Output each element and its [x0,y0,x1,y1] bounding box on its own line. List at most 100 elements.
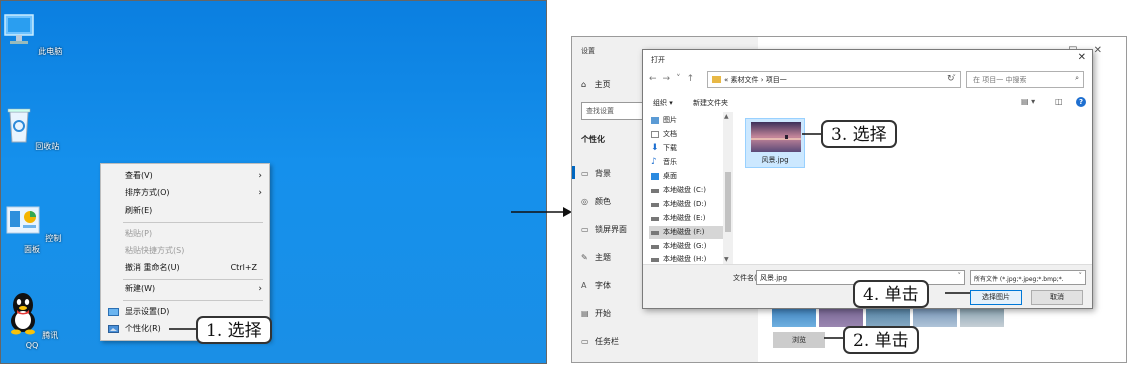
tree-item-drive-f[interactable]: 本地磁盘 (F:) [649,226,729,239]
drive-icon [651,203,659,207]
tree-item-music[interactable]: ♪ 音乐 [651,156,729,169]
tree-item-drive-c[interactable]: 本地磁盘 (C:) [651,184,729,197]
desktop-icon-control-panel[interactable]: 控制面板 [1,204,63,255]
settings-nav-start[interactable]: ▤ 开始 [581,308,611,319]
desktop-icon-recycle-bin[interactable]: 回收站 [1,104,63,152]
navigation-tree: 图片 文档 ⬇ 下载 ♪ 音乐 桌面 本地磁盘 (C:) 本地磁盘 (D:) 本地磁… [643,112,733,264]
forward-arrow-icon[interactable]: → [663,74,677,84]
callout-step-3: 3. 选择 [821,120,897,148]
close-icon[interactable]: ✕ [1094,45,1118,56]
menu-separator [123,222,263,223]
music-note-icon: ♪ [651,157,657,167]
organize-button[interactable]: 组织 ▾ [653,98,673,108]
help-icon[interactable]: ? [1076,97,1086,107]
settings-nav-themes[interactable]: ✎ 主题 [581,252,611,263]
settings-home[interactable]: ⌂ 主页 [581,79,611,90]
pictures-icon [651,117,659,124]
file-name-label: 风景.jpg [761,156,789,164]
dialog-nav-buttons: ←→˅↑ [649,74,700,84]
file-type-filter[interactable]: 所有文件 (*.jpg;*.jpeg;*.bmp;*. ˅ [970,270,1086,285]
tree-scrollbar[interactable]: ▲ ▼ [723,112,733,264]
folder-icon [712,76,721,83]
taskbar-icon: ▭ [581,337,589,346]
dialog-toolbar: 组织 ▾ 新建文件夹 ▤ ▾ ◫ ? [643,94,1092,112]
back-arrow-icon[interactable]: ← [649,74,663,84]
menu-item-undo-rename[interactable]: 撤消 重命名(U) Ctrl+Z [101,260,269,276]
drive-icon [651,189,659,193]
shortcut-label: Ctrl+Z [230,263,257,272]
tree-item-downloads[interactable]: ⬇ 下载 [651,142,729,155]
callout-step-1: 1. 选择 [196,316,272,344]
home-icon: ⌂ [581,80,587,89]
start-icon: ▤ [581,309,589,318]
up-arrow-icon[interactable]: ↑ [687,74,701,84]
chevron-down-icon[interactable]: ˅ [958,272,962,280]
settings-nav-background[interactable]: ▭ 背景 [572,166,611,179]
drive-icon [651,217,659,221]
tree-item-desktop[interactable]: 桌面 [651,170,729,183]
lockscreen-icon: ▭ [581,225,589,234]
chevron-down-icon[interactable]: ˅ [676,74,687,84]
desktop-icon-this-pc[interactable]: 此电脑 [1,11,63,57]
scroll-up-icon[interactable]: ▲ [724,113,729,120]
callout-step-4: 4. 单击 [853,280,929,308]
refresh-icon[interactable]: ↻ [947,74,955,84]
tree-item-drive-d[interactable]: 本地磁盘 (D:) [651,198,729,211]
callout-leader-line [169,328,198,330]
callout-step-2: 2. 单击 [843,326,919,354]
document-icon [651,131,659,138]
select-picture-button[interactable]: 选择图片 [970,290,1022,305]
control-panel-icon [6,206,40,234]
dialog-title: 打开 [651,56,665,64]
desktop-context-menu: 查看(V) › 排序方式(O) › 刷新(E) 粘贴(P) 粘贴快捷方式(S) … [100,163,270,341]
chevron-right-icon: › [258,284,262,294]
display-icon [108,308,119,316]
chevron-right-icon: › [258,188,262,198]
settings-nav-colors[interactable]: ◎ 颜色 [581,196,611,207]
open-file-dialog: 打开 ✕ ←→˅↑ « 素材文件 › 项目一 ˅ ↻ 在 项目一 中搜索 ⌕ 组… [642,49,1093,309]
new-folder-button[interactable]: 新建文件夹 [693,98,728,108]
search-icon: ⌕ [1075,74,1079,82]
landscape-thumbnail-icon [751,122,801,152]
qq-penguin-icon [10,293,35,335]
tree-item-drive-e[interactable]: 本地磁盘 (E:) [651,212,729,225]
font-icon: A [581,281,587,290]
computer-icon [3,14,34,44]
file-list-pane: 风景.jpg [735,112,1092,264]
view-options-icon[interactable]: ▤ ▾ [1021,97,1035,106]
browse-button[interactable]: 浏览 [773,332,825,348]
callout-leader-line [945,292,970,294]
close-icon[interactable]: ✕ [1078,52,1086,63]
dialog-search-input[interactable]: 在 项目一 中搜索 ⌕ [966,71,1084,88]
desktop: 此电脑 回收站 控制面板 腾讯QQ 查看(V) › 排序方式(O) › 刷新(E… [0,0,547,364]
palette-icon: ◎ [581,197,588,206]
tree-item-drive-g[interactable]: 本地磁盘 (G:) [651,240,729,253]
settings-nav-lockscreen[interactable]: ▭ 锁屏界面 [581,224,627,235]
tree-item-documents[interactable]: 文档 [651,128,729,141]
drive-icon [651,231,659,235]
desktop-icon-qq[interactable]: 腾讯QQ [1,289,63,350]
drive-icon [651,258,659,262]
cancel-button[interactable]: 取消 [1031,290,1083,305]
scroll-down-icon[interactable]: ▼ [724,256,729,263]
drive-icon [651,245,659,249]
menu-item-paste-shortcut: 粘贴快捷方式(S) [125,246,185,255]
tree-item-pictures[interactable]: 图片 [651,114,729,127]
personalize-icon [108,325,119,333]
file-item-selected[interactable]: 风景.jpg [745,118,805,168]
settings-nav-taskbar[interactable]: ▭ 任务栏 [581,336,619,347]
address-bar[interactable]: « 素材文件 › 项目一 ˅ [707,71,961,88]
chevron-down-icon[interactable]: ˅ [1078,272,1082,280]
desktop-folder-icon [651,173,659,180]
menu-item-sort-by[interactable]: 排序方式(O) › [101,185,269,201]
preview-pane-icon[interactable]: ◫ [1055,97,1063,106]
scrollbar-thumb[interactable] [725,172,731,232]
settings-nav-fonts[interactable]: A 字体 [581,280,611,291]
menu-separator [123,300,263,301]
flow-arrow-icon [511,207,572,217]
menu-item-refresh[interactable]: 刷新(E) [101,203,269,219]
menu-item-view[interactable]: 查看(V) › [101,168,269,184]
download-arrow-icon: ⬇ [651,143,659,153]
menu-item-new[interactable]: 新建(W) › [101,281,269,297]
menu-item-paste: 粘贴(P) [125,229,153,238]
